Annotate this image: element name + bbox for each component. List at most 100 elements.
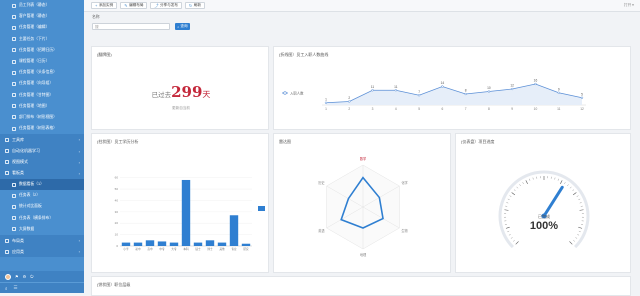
radar-chart: 数学化学生物地理英语历史 [274,134,452,274]
sidebar-section[interactable]: 工具库› [0,134,84,145]
bar [194,243,202,246]
gauge-tick [569,241,572,244]
menu-item-icon [12,194,16,198]
sidebar-section[interactable]: 自动化机器学习› [0,145,84,156]
x-tick-label: 研究 [243,247,249,251]
line-point [418,94,420,96]
menu-item-icon [12,48,16,52]
gauge-tick [570,187,571,188]
sidebar-item-label: 任务表（横条排布） [19,216,53,221]
sidebar-section[interactable]: 视图模式› [0,157,84,168]
sidebar-item-label: 任务管理（向导组） [19,81,53,86]
menu-icon[interactable]: ☰ [14,285,18,291]
sidebar-item[interactable]: 任务管理（甘特图） [0,90,84,101]
add-instance-label: 添加实例 [99,3,113,8]
sidebar-item[interactable]: 员工列表（静态） [0,0,84,11]
x-tick-label: 大专 [171,247,177,251]
menu-item-icon [12,183,16,187]
days-prefix: 已过去 [152,92,172,99]
search-label: 名称 [92,15,100,20]
gauge-tick [580,210,584,211]
search-icon[interactable]: ⌕ [5,286,8,291]
menu-item-icon [5,250,9,254]
gauge-tick [558,179,559,181]
radar-indicator-label: 英语 [318,228,325,233]
sidebar-item[interactable]: 任务管理（招聘日历） [0,45,84,56]
data-label: 16 [534,79,538,83]
radar-chart-panel: 雷达图 数学化学生物地理英语历史 [273,133,451,273]
sidebar-item-label: 布局类 [12,238,24,244]
add-instance-button[interactable]: +添加实例 [91,2,117,9]
user-icon[interactable]: ⚑ [15,274,19,279]
sidebar-item[interactable]: 部门排布（树形视图） [0,112,84,123]
gauge-tick [506,202,508,203]
menu-item-icon [12,216,16,220]
gauge-track [500,172,588,247]
toolbar: +添加实例 ✎编辑布局 ⤴分享与发布 ↻刷新 打开 ▾ [84,0,640,12]
x-tick-label: 11 [557,107,561,111]
sidebar-menu: 员工列表（静态）客户管理（静态）任务管理（编辑）主要任务（下片）任务管理（招聘日… [0,0,84,257]
data-label: 8 [465,89,467,93]
settings-icon[interactable]: ⚙ [23,274,27,279]
bar [242,244,250,246]
data-label: 11 [371,85,375,89]
sidebar-section[interactable]: 布局类› [0,235,84,246]
menu-item-icon [12,93,16,97]
edit-layout-button[interactable]: ✎编辑布局 [120,2,147,9]
sidebar-item[interactable]: 任务管理（头条信息） [0,67,84,78]
data-label: 14 [441,81,445,85]
sidebar-item[interactable]: 客户管理（静态） [0,11,84,22]
sidebar-item[interactable]: 主要任务（下片） [0,34,84,45]
gauge-value: 100% [456,220,632,232]
sidebar-item[interactable]: 任务管理（向导组） [0,78,84,89]
power-icon[interactable]: ⏻ [30,274,33,279]
y-tick-label: 50 [115,187,119,191]
gauge-tick [508,199,510,200]
menu-item-icon [12,104,16,108]
chevron-right-icon: › [79,137,80,142]
menu-item-icon [12,4,16,8]
search-button[interactable]: ⌕查询 [175,23,190,30]
gauge-tick [519,184,520,186]
plus-icon: + [95,3,97,8]
sidebar-item-label: 视图模式 [12,159,28,165]
menu-item-icon [12,205,16,209]
sidebar-item[interactable]: 任务管理（地图） [0,101,84,112]
legend-marker [284,92,287,95]
days-unit: 天 [202,90,210,99]
avatar[interactable] [5,274,11,280]
refresh-button[interactable]: ↻刷新 [185,2,205,9]
radar-indicator-label: 化学 [401,180,407,185]
sidebar-item[interactable]: 统计对比面板 [0,201,84,212]
chevron-right-icon: › [79,249,80,254]
sidebar-section[interactable]: 应用类› [0,246,84,257]
gauge-tick [577,234,579,235]
gauge-tick [567,184,568,186]
gauge-tick [555,178,556,180]
toolbar-right[interactable]: 打开 ▾ [624,3,634,8]
y-tick-label: 40 [115,198,119,202]
gauge-tick [514,190,516,191]
sidebar-item[interactable]: 任务表（2） [0,190,84,201]
search-icon: ⌕ [177,25,179,29]
search-input[interactable]: 搜 [92,23,170,30]
sidebar-item[interactable]: 大屏数据 [0,224,84,235]
refresh-label: 刷新 [194,3,201,8]
open-menu[interactable]: 打开 ▾ [624,3,634,8]
line-point [535,83,537,85]
gauge-chart [456,134,632,274]
gauge-tick [529,179,530,181]
share-button[interactable]: ⤴分享与发布 [150,2,181,9]
gauge-needle [544,187,562,216]
sidebar-section[interactable]: 看板类› [0,168,84,179]
sidebar-item[interactable]: 任务管理（编辑） [0,22,84,33]
sidebar-item[interactable]: 任务管理（树形表格） [0,123,84,134]
data-label: 9 [558,87,560,91]
sidebar-item[interactable]: 任务表（横条排布） [0,213,84,224]
x-tick-label: 硕士 [195,247,201,251]
sidebar-item[interactable]: 数据看板（1） [0,179,84,190]
gauge-tick [560,180,562,184]
panel-title: (翻牌图) [97,52,112,58]
sidebar-item[interactable]: 课程管理（日历） [0,56,84,67]
data-label: 5 [581,92,583,96]
